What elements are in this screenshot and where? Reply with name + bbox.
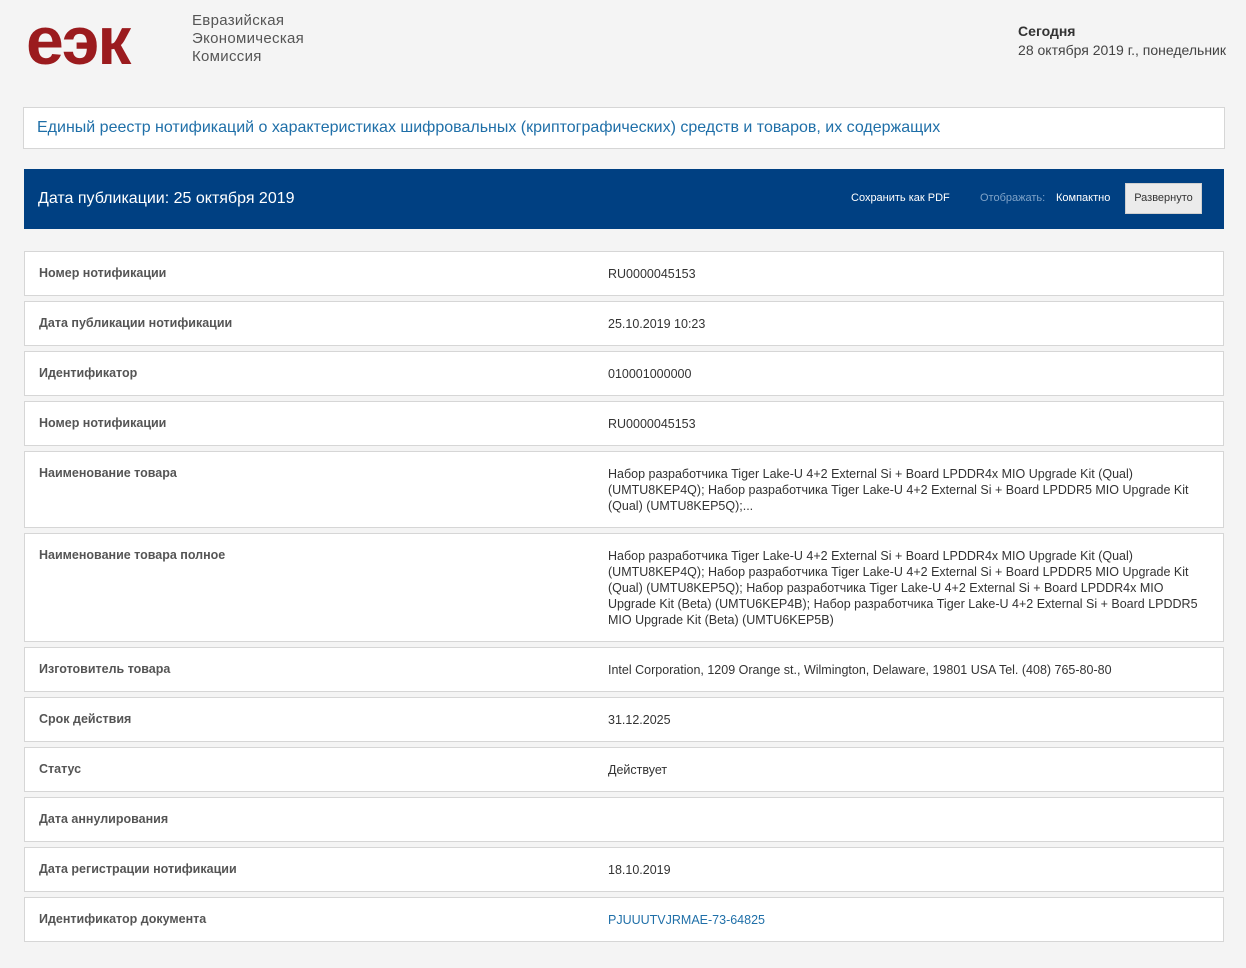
detail-row-registration-date: Дата регистрации нотификации 18.10.2019 — [24, 847, 1224, 892]
detail-value: 31.12.2025 — [608, 713, 671, 727]
detail-value — [608, 812, 1212, 828]
detail-value: 18.10.2019 — [608, 863, 671, 877]
detail-label: Номер нотификации — [39, 266, 167, 280]
today-label: Сегодня — [1018, 23, 1076, 39]
eec-logo[interactable]: еэк — [26, 7, 131, 75]
detail-row-validity-period: Срок действия 31.12.2025 — [24, 697, 1224, 742]
display-mode-label: Отображать: — [980, 192, 1046, 204]
eec-logo-text[interactable]: Евразийская Экономическая Комиссия — [192, 12, 304, 66]
detail-value: RU0000045153 — [608, 417, 696, 431]
detail-row-product-name: Наименование товара Набор разработчика T… — [24, 451, 1224, 528]
registry-title-box: Единый реестр нотификаций о характеристи… — [23, 107, 1225, 149]
detail-value: Intel Corporation, 1209 Orange st., Wilm… — [608, 663, 1112, 677]
detail-value: 010001000000 — [608, 367, 692, 381]
detail-label: Изготовитель товара — [39, 662, 171, 676]
registry-title-link[interactable]: Единый реестр нотификаций о характеристи… — [37, 119, 940, 137]
today-block: Сегодня 28 октября 2019 г., понедельник — [1018, 22, 1226, 60]
detail-value: 25.10.2019 10:23 — [608, 317, 706, 331]
detail-value: Действует — [608, 763, 668, 777]
publication-bar: Дата публикации: 25 октября 2019 Сохрани… — [24, 169, 1224, 229]
site-header: еэк Евразийская Экономическая Комиссия С… — [24, 7, 1226, 80]
detail-value: RU0000045153 — [608, 267, 696, 281]
logo-line-2: Экономическая — [192, 30, 305, 47]
logo-line-3: Комиссия — [192, 48, 262, 65]
detail-label: Дата регистрации нотификации — [39, 862, 237, 876]
detail-label: Срок действия — [39, 712, 132, 726]
detail-row-manufacturer: Изготовитель товара Intel Corporation, 1… — [24, 647, 1224, 692]
notification-details: Номер нотификации RU0000045153 Дата публ… — [24, 251, 1224, 947]
compact-view-button[interactable]: Компактно — [1056, 192, 1110, 204]
detail-value: Набор разработчика Tiger Lake-U 4+2 Exte… — [608, 549, 1198, 627]
detail-value: Набор разработчика Tiger Lake-U 4+2 Exte… — [608, 467, 1189, 513]
detail-row-identifier: Идентификатор 010001000000 — [24, 351, 1224, 396]
detail-label: Наименование товара — [39, 466, 177, 480]
detail-label: Статус — [39, 762, 82, 776]
detail-label: Дата публикации нотификации — [39, 316, 233, 330]
detail-row-annulment-date: Дата аннулирования — [24, 797, 1224, 842]
logo-line-1: Евразийская — [192, 12, 285, 29]
detail-row-publication-date: Дата публикации нотификации 25.10.2019 1… — [24, 301, 1224, 346]
detail-row-product-name-full: Наименование товара полное Набор разрабо… — [24, 533, 1224, 642]
page: еэк Евразийская Экономическая Комиссия С… — [0, 0, 1246, 968]
today-date: 28 октября 2019 г., понедельник — [1018, 42, 1226, 58]
detail-label: Идентификатор документа — [39, 912, 207, 926]
detail-label: Номер нотификации — [39, 416, 167, 430]
document-id-link[interactable]: PJUUUTVJRMAE-73-64825 — [608, 912, 1212, 928]
expanded-view-button[interactable]: Развернуто — [1125, 183, 1202, 214]
publication-date: Дата публикации: 25 октября 2019 — [38, 190, 295, 207]
detail-row-document-id: Идентификатор документа PJUUUTVJRMAE-73-… — [24, 897, 1224, 942]
detail-row-notification-number-2: Номер нотификации RU0000045153 — [24, 401, 1224, 446]
detail-label: Идентификатор — [39, 366, 138, 380]
detail-label: Наименование товара полное — [39, 548, 226, 562]
detail-label: Дата аннулирования — [39, 812, 169, 826]
detail-row-notification-number: Номер нотификации RU0000045153 — [24, 251, 1224, 296]
detail-row-status: Статус Действует — [24, 747, 1224, 792]
save-pdf-button[interactable]: Сохранить как PDF — [851, 192, 950, 204]
